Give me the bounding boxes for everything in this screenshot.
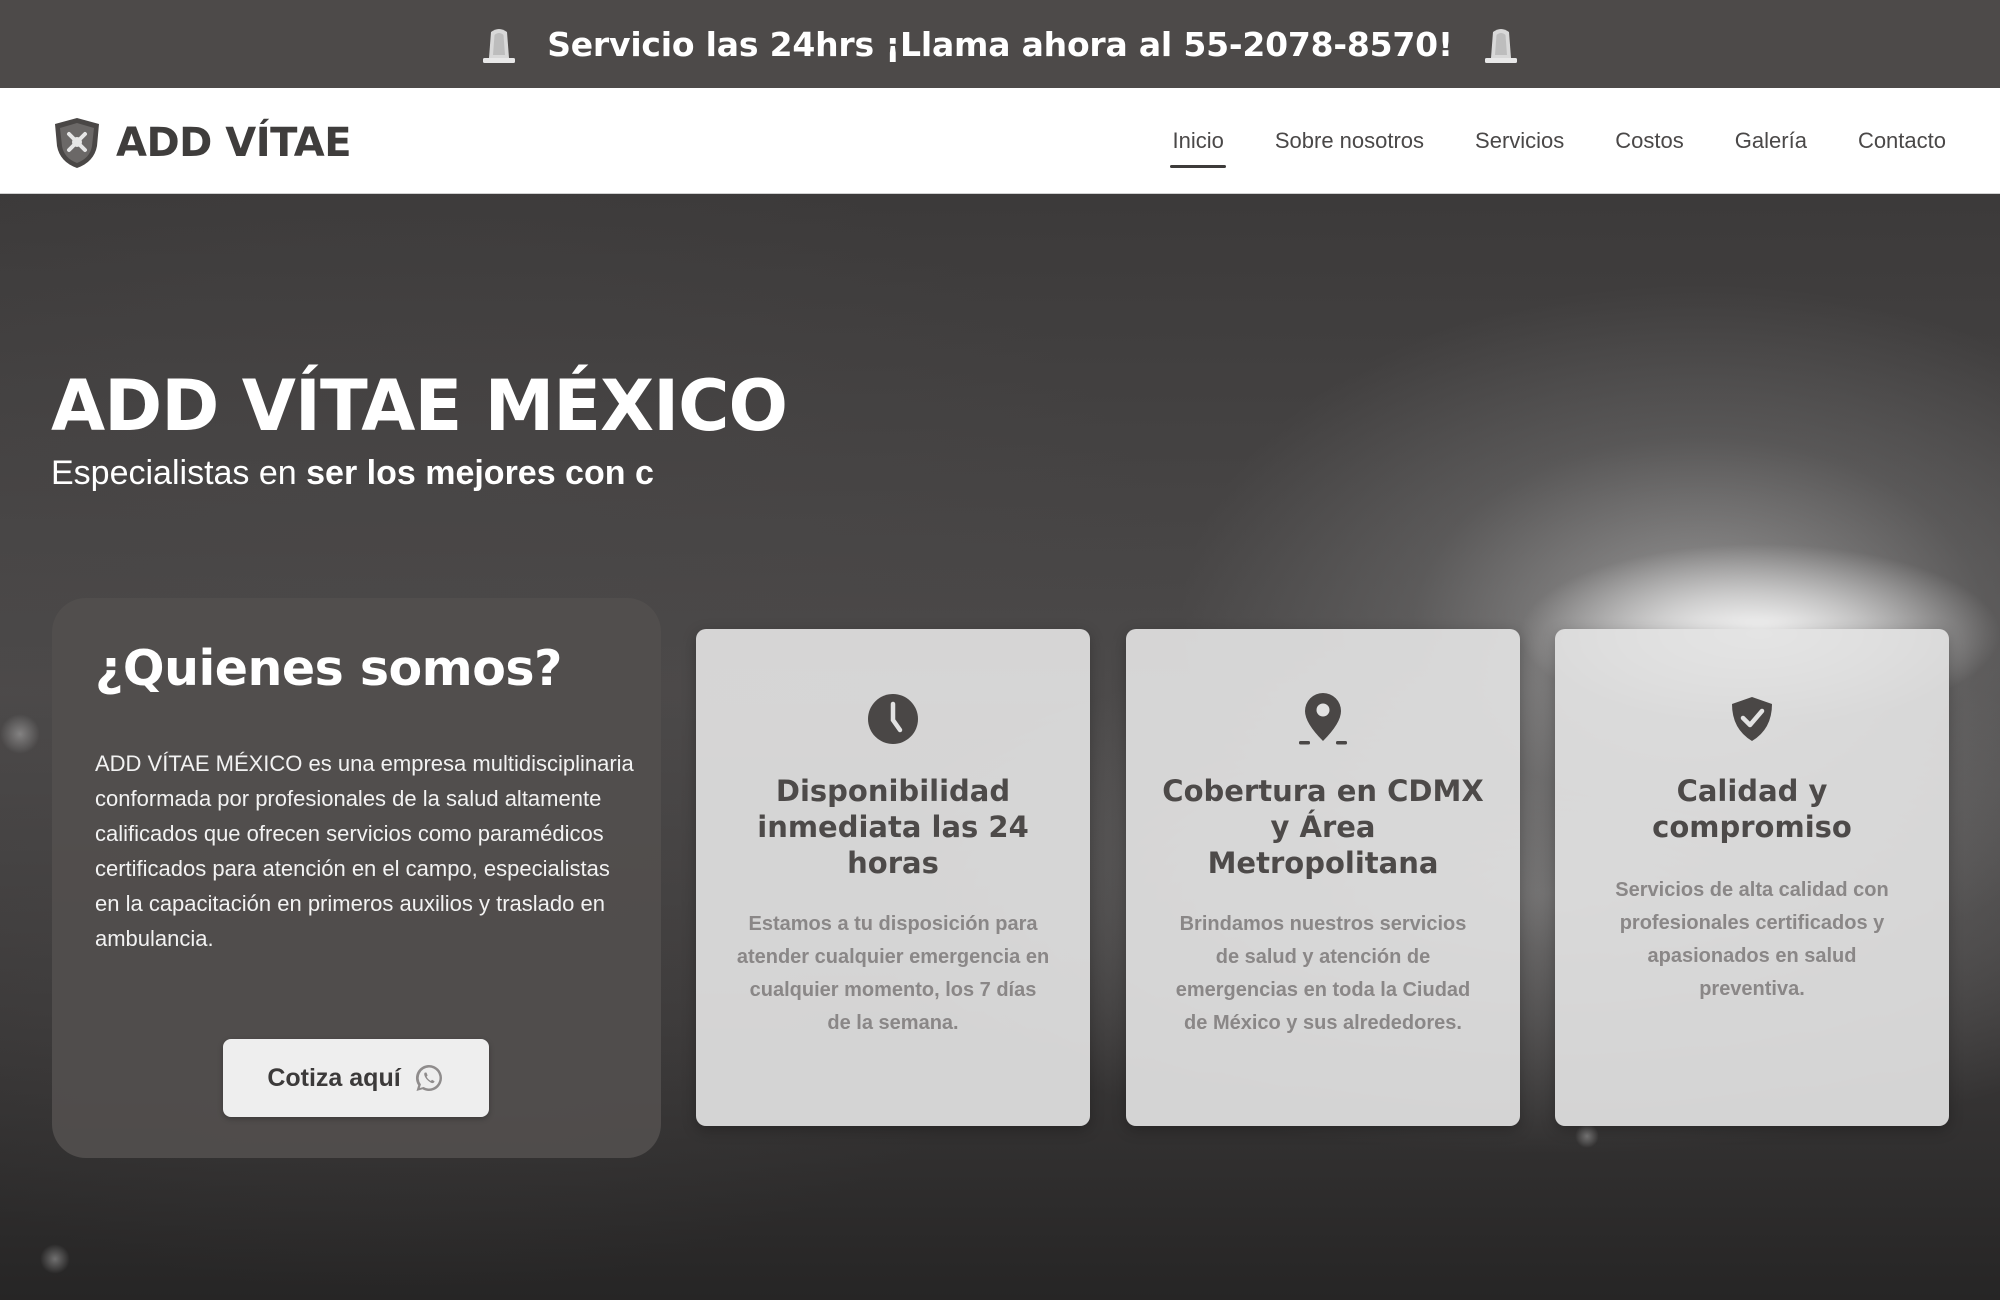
background-light (1575, 1124, 1599, 1148)
top-promo-bar: Servicio las 24hrs ¡Llama ahora al 55-20… (0, 0, 2000, 88)
nav-item-inicio[interactable]: Inicio (1170, 120, 1227, 168)
location-pin-icon (1299, 693, 1347, 745)
clock-icon (868, 694, 918, 744)
brand-home-link[interactable]: ADD VÍTAE (52, 116, 352, 170)
shield-check-icon (1732, 697, 1772, 741)
main-nav: Inicio Sobre nosotros Servicios Costos G… (1170, 88, 1948, 194)
nav-item-sobre-nosotros[interactable]: Sobre nosotros (1273, 120, 1426, 162)
background-light (40, 1244, 70, 1274)
promo-text[interactable]: Servicio las 24hrs ¡Llama ahora al 55-20… (547, 25, 1453, 64)
feature-card-coverage: Cobertura en CDMX y Área Metropolitana B… (1126, 629, 1520, 1126)
hero-subtitle: Especialistas en ser los mejores con c (51, 454, 654, 493)
about-body: ADD VÍTAE MÉXICO es una empresa multidis… (95, 751, 634, 951)
quote-button-label: Cotiza aquí (267, 1063, 401, 1092)
whatsapp-icon (415, 1064, 442, 1092)
nav-item-servicios[interactable]: Servicios (1473, 120, 1566, 162)
feature-title: Disponibilidad inmediata las 24 horas (757, 774, 1029, 880)
feature-title: Cobertura en CDMX y Área Metropolitana (1162, 774, 1484, 880)
hero-subtitle-prefix: Especialistas en (51, 454, 307, 492)
about-title: ¿Quienes somos? (95, 640, 562, 697)
background-light (0, 714, 40, 754)
hero-subtitle-emphasis: ser los mejores con c (306, 454, 654, 492)
nav-item-costos[interactable]: Costos (1613, 120, 1685, 162)
feature-card-quality: Calidad y compromiso Servicios de alta c… (1555, 629, 1949, 1126)
feature-title: Calidad y compromiso (1652, 774, 1852, 844)
shield-logo (55, 118, 99, 168)
hero-section: ADD VÍTAE MÉXICO Especialistas en ser lo… (0, 194, 2000, 1300)
nav-item-galeria[interactable]: Galería (1733, 120, 1809, 162)
siren-icon (1484, 29, 1517, 63)
feature-text: Estamos a tu disposición para atender cu… (736, 913, 1050, 1034)
feature-card-availability: Disponibilidad inmediata las 24 horas Es… (696, 629, 1090, 1126)
brand-name: ADD VÍTAE (116, 120, 352, 166)
feature-text: Servicios de alta calidad con profesiona… (1615, 879, 1889, 1000)
quote-button[interactable]: Cotiza aquí (223, 1039, 489, 1117)
siren-icon (483, 29, 516, 63)
hero-title: ADD VÍTAE MÉXICO (51, 365, 788, 447)
site-header: ADD VÍTAE Inicio Sobre nosotros Servicio… (0, 88, 2000, 194)
nav-item-contacto[interactable]: Contacto (1856, 120, 1948, 162)
feature-text: Brindamos nuestros servicios de salud y … (1175, 913, 1471, 1034)
about-card: ¿Quienes somos? ADD VÍTAE MÉXICO es una … (52, 598, 661, 1158)
